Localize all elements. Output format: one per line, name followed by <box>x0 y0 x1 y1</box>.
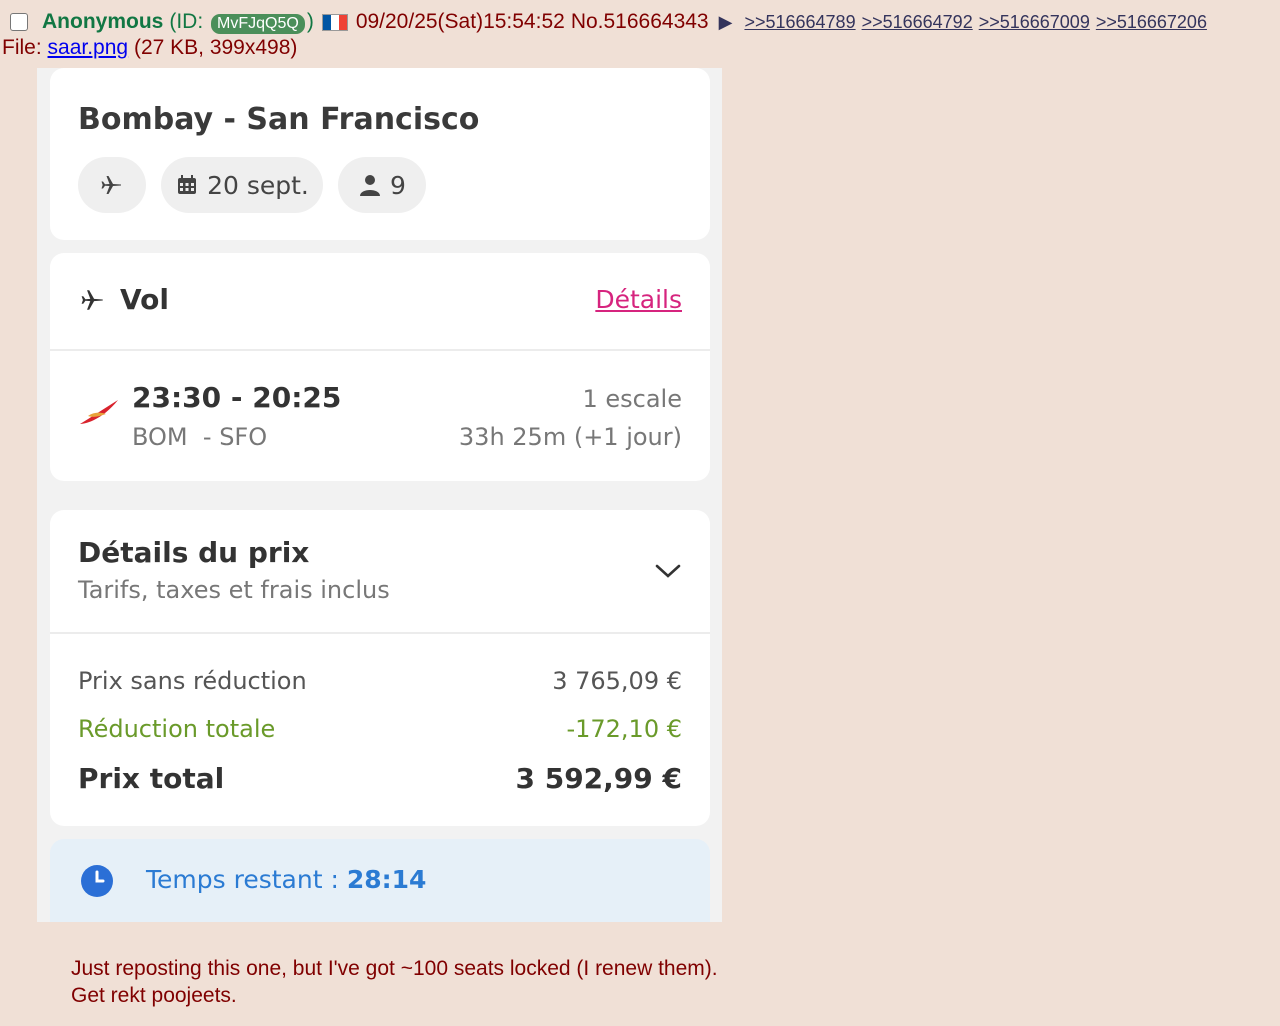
person-icon <box>360 175 381 196</box>
post-select-checkbox[interactable] <box>10 13 28 31</box>
trip-type-chip[interactable] <box>78 157 146 213</box>
price-title: Détails du prix <box>78 536 310 569</box>
backlink[interactable]: >>516664789 <box>744 12 855 33</box>
passengers-chip[interactable]: 9 <box>338 157 426 213</box>
passengers-count: 9 <box>390 170 406 200</box>
timer-banner: Temps restant : 28:14 <box>50 839 710 922</box>
divider <box>50 632 710 634</box>
poster-id-suffix: ) <box>306 10 314 33</box>
flight-times: 23:30 - 20:25 <box>132 381 342 414</box>
date-chip[interactable]: 20 sept. <box>161 157 323 213</box>
route-title: Bombay - San Francisco <box>78 102 480 137</box>
comment-line: Just reposting this one, but I've got ~1… <box>71 957 718 980</box>
price-subtitle: Tarifs, taxes et frais inclus <box>78 576 390 604</box>
file-link[interactable]: saar.png <box>48 36 129 59</box>
flight-card: Vol Détails 23:30 - 20:25 BOM - SFO 1 es… <box>50 253 710 481</box>
price-card: Détails du prix Tarifs, taxes et frais i… <box>50 510 710 826</box>
timer-label: Temps restant : <box>146 865 347 894</box>
timer-value: 28:14 <box>346 865 427 894</box>
comment-line: Get rekt poojeets. <box>71 984 237 1007</box>
flight-airports: BOM - SFO <box>132 423 268 451</box>
clock-icon <box>81 865 113 897</box>
post-image[interactable]: Bombay - San Francisco 20 sept. 9 Vol Dé… <box>37 68 722 922</box>
post-number[interactable]: No.516664343 <box>571 10 709 34</box>
post-header: Anonymous (ID: MvFJqQ5Q) 09/20/25(Sat)15… <box>10 8 1280 36</box>
file-info: File: saar.png (27 KB, 399x498) <box>2 36 297 60</box>
file-meta: (27 KB, 399x498) <box>133 36 298 59</box>
divider <box>50 349 710 351</box>
poster-id-prefix: (ID: <box>169 10 204 33</box>
airline-logo-icon <box>80 400 118 424</box>
poster-id-pill[interactable]: MvFJqQ5Q <box>211 14 305 34</box>
price-row-value: 3 765,09 € <box>552 667 682 695</box>
poster-id: (ID: MvFJqQ5Q) <box>169 10 314 34</box>
flight-stops: 1 escale <box>582 385 682 413</box>
plane-icon <box>101 176 121 194</box>
post-menu-arrow-icon[interactable]: ▶ <box>719 12 733 33</box>
total-row-label: Prix total <box>78 762 225 795</box>
flight-header: Vol Détails <box>50 253 710 349</box>
post-datetime: 09/20/25(Sat)15:54:52 <box>355 10 565 33</box>
discount-row-label: Réduction totale <box>78 715 276 743</box>
flight-duration: 33h 25m (+1 jour) <box>458 423 682 451</box>
poster-name: Anonymous <box>42 10 164 33</box>
backlink[interactable]: >>516667009 <box>979 12 1090 33</box>
file-label: File: <box>2 36 42 59</box>
plane-icon <box>81 290 103 310</box>
details-link[interactable]: Détails <box>595 285 682 314</box>
chevron-down-icon[interactable] <box>654 562 682 580</box>
calendar-icon <box>178 175 197 194</box>
backlink[interactable]: >>516667206 <box>1096 12 1207 33</box>
total-row-value: 3 592,99 € <box>515 762 682 795</box>
discount-row-value: -172,10 € <box>566 715 682 743</box>
route-card: Bombay - San Francisco 20 sept. 9 <box>50 68 710 240</box>
timer-text: Temps restant : 28:14 <box>146 865 426 894</box>
flag-icon <box>321 13 348 31</box>
flight-section-label: Vol <box>120 283 169 316</box>
price-row-label: Prix sans réduction <box>78 667 307 695</box>
date-chip-label: 20 sept. <box>207 170 309 200</box>
post-comment: Just reposting this one, but I've got ~1… <box>71 955 718 1009</box>
backlink[interactable]: >>516664792 <box>862 12 973 33</box>
